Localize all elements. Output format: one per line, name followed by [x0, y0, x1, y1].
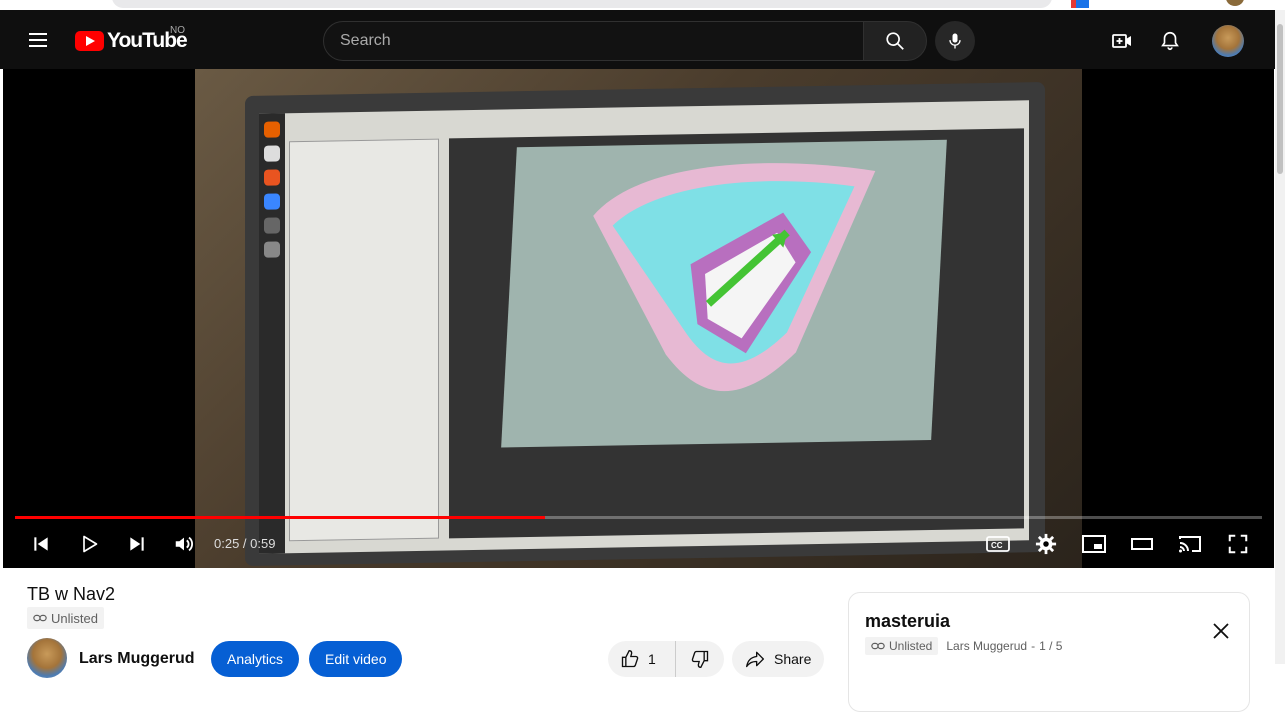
- video-details: TB w Nav2 Unlisted Lars Muggerud Analyti…: [0, 568, 1275, 712]
- video-frame: [195, 69, 1082, 568]
- theater-mode-icon: [1131, 538, 1153, 550]
- duration: 0:59: [250, 536, 276, 551]
- playlist-title[interactable]: masteruia: [865, 611, 950, 632]
- play-button[interactable]: [74, 529, 104, 559]
- link-icon: [33, 614, 47, 622]
- rviz-displays-panel: [289, 138, 439, 542]
- volume-icon: [175, 536, 193, 552]
- masthead: YouTube NO: [0, 10, 1275, 69]
- voice-search-button[interactable]: [935, 21, 975, 61]
- svg-text:CC: CC: [991, 541, 1003, 550]
- dock-icons: [259, 113, 285, 554]
- laptop-screen-image: [245, 82, 1045, 566]
- playlist-position: 1 / 5: [1039, 639, 1063, 653]
- channel-avatar[interactable]: [27, 638, 67, 678]
- skip-previous-icon: [34, 537, 48, 551]
- share-icon: [746, 651, 764, 668]
- notifications-button[interactable]: [1154, 25, 1186, 57]
- visibility-badge: Unlisted: [27, 607, 104, 629]
- thumbs-down-icon: [691, 650, 709, 669]
- play-icon: [83, 535, 98, 553]
- skip-next-icon: [130, 537, 144, 551]
- costmap-image: [593, 163, 876, 392]
- settings-button[interactable]: [1031, 529, 1061, 559]
- browser-chrome-strip: [0, 0, 1285, 10]
- create-button[interactable]: [1106, 25, 1138, 57]
- browser-profile-icon[interactable]: [1226, 0, 1244, 6]
- like-dislike-group: 1: [608, 641, 724, 677]
- channel-name[interactable]: Lars Muggerud: [79, 650, 195, 668]
- microphone-icon: [949, 33, 961, 49]
- search-input[interactable]: [324, 22, 863, 60]
- search-button[interactable]: [863, 21, 927, 61]
- playlist-separator: -: [1031, 639, 1036, 653]
- playlist-owner[interactable]: Lars Muggerud: [946, 639, 1027, 653]
- cast-icon: [1179, 536, 1201, 553]
- share-button[interactable]: Share: [732, 641, 824, 677]
- gear-icon: [1035, 533, 1057, 555]
- guide-menu-icon[interactable]: [25, 29, 53, 51]
- mute-button[interactable]: [169, 529, 199, 559]
- playlist-visibility-label: Unlisted: [889, 639, 933, 653]
- like-button[interactable]: 1: [608, 641, 676, 677]
- playlist-meta: Unlisted Lars Muggerud - 1 / 5: [865, 637, 1062, 655]
- video-player[interactable]: 0:25 / 0:59 CC: [3, 69, 1274, 568]
- search-box: [323, 21, 864, 61]
- extension-badge-icon: [1071, 0, 1076, 8]
- edit-video-button[interactable]: Edit video: [309, 641, 403, 677]
- bell-icon: [1161, 31, 1179, 51]
- scrollbar-thumb[interactable]: [1277, 24, 1283, 174]
- like-count: 1: [648, 651, 656, 667]
- previous-button[interactable]: [26, 529, 56, 559]
- youtube-play-logo-icon: [75, 31, 104, 51]
- subtitles-button[interactable]: CC: [983, 529, 1013, 559]
- link-icon: [871, 642, 885, 650]
- analytics-button[interactable]: Analytics: [211, 641, 300, 677]
- playlist-panel: masteruia Unlisted Lars Muggerud - 1 / 5: [848, 592, 1250, 712]
- time-display: 0:25 / 0:59: [214, 536, 275, 551]
- dislike-button[interactable]: [676, 641, 724, 677]
- time-separator: /: [239, 536, 251, 551]
- close-icon: [1213, 623, 1229, 639]
- closed-captions-icon: CC: [986, 536, 1010, 552]
- current-time: 0:25: [214, 536, 240, 551]
- fullscreen-icon: [1228, 534, 1248, 554]
- page-scrollbar[interactable]: [1275, 10, 1285, 664]
- country-code: NO: [170, 25, 185, 36]
- browser-address-bar[interactable]: [112, 0, 1052, 8]
- cast-button[interactable]: [1175, 529, 1205, 559]
- video-title: TB w Nav2: [27, 584, 116, 604]
- miniplayer-icon: [1082, 535, 1106, 553]
- progress-fill: [15, 516, 545, 519]
- player-controls: 0:25 / 0:59 CC: [3, 529, 1274, 559]
- progress-bar[interactable]: [15, 516, 1262, 519]
- create-video-icon: [1112, 34, 1131, 48]
- share-label: Share: [774, 651, 812, 667]
- account-avatar[interactable]: [1212, 25, 1244, 57]
- miniplayer-button[interactable]: [1079, 529, 1109, 559]
- search-icon: [886, 32, 904, 50]
- next-button[interactable]: [122, 529, 152, 559]
- rviz-map-view: [449, 128, 1024, 539]
- visibility-label: Unlisted: [51, 610, 98, 626]
- theater-mode-button[interactable]: [1127, 529, 1157, 559]
- playlist-visibility-badge: Unlisted: [865, 637, 939, 655]
- thumbs-up-icon: [621, 649, 639, 668]
- fullscreen-button[interactable]: [1223, 529, 1253, 559]
- close-playlist-button[interactable]: [1209, 619, 1233, 643]
